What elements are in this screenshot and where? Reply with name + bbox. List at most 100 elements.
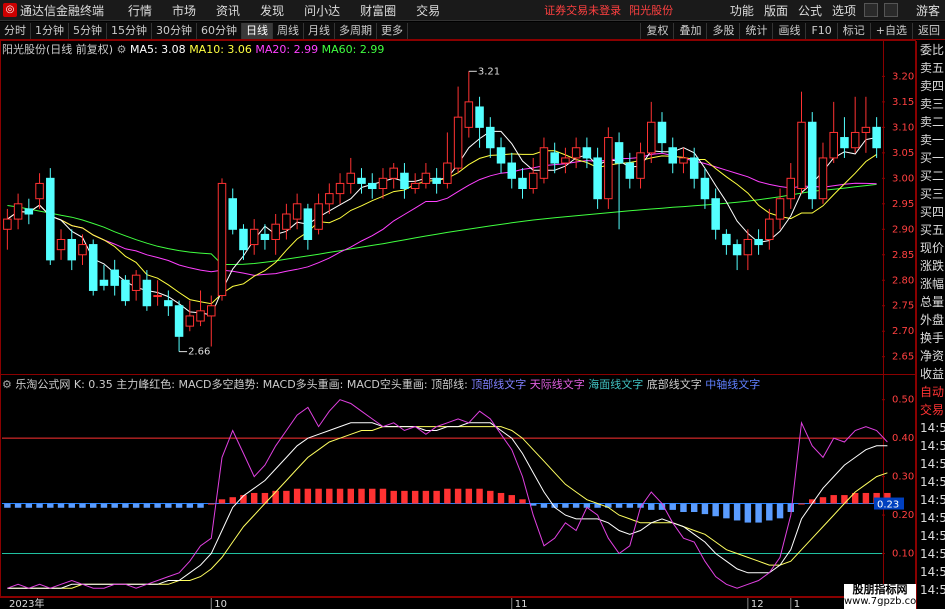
macd-bar: [208, 503, 215, 505]
macd-bar: [433, 490, 440, 504]
quote-price: 现价: [920, 241, 945, 255]
candle-body: [604, 137, 613, 200]
candle-body: [775, 198, 785, 220]
candle-body: [410, 182, 420, 190]
candle-body: [807, 121, 817, 200]
macd-bar: [165, 503, 172, 508]
candle-body: [689, 157, 699, 179]
auto-trade-label[interactable]: 自动: [917, 383, 945, 401]
dec-label: 12: [751, 599, 764, 609]
watermark-url: www.7gpzb.com: [844, 596, 926, 607]
macd-bar: [454, 488, 462, 504]
macd-bar: [508, 495, 515, 504]
candle-body: [571, 147, 581, 159]
tick-time: 14:56: [920, 421, 945, 435]
high-marker-label: 3.21: [478, 66, 500, 77]
candle-body: [754, 238, 763, 246]
watermark-title: 股朋指标网: [852, 583, 908, 596]
macd-bar: [143, 503, 151, 508]
indicator-tick-label: 0.20: [892, 510, 914, 521]
macd-bar: [79, 503, 86, 508]
macd-bar: [712, 503, 719, 517]
candle-body: [872, 126, 881, 149]
quote-sell2: 卖二: [920, 115, 945, 129]
macd-bar: [519, 499, 526, 504]
candle-body: [657, 121, 667, 144]
macd-bar: [648, 503, 655, 510]
quote-netasset: 净资: [920, 349, 945, 363]
watermark: 股朋指标网 www.7gpzb.com: [844, 583, 926, 609]
candle-body: [153, 295, 162, 298]
price-tick-label: 3.05: [892, 148, 914, 159]
macd-bar: [422, 490, 430, 504]
macd-bar: [25, 503, 33, 508]
macd-bar: [326, 488, 333, 504]
tick-time: 14:56: [920, 547, 945, 561]
candle-body: [786, 177, 796, 200]
candle-body: [453, 116, 463, 169]
macd-bar: [465, 488, 473, 504]
candle-body: [582, 147, 592, 159]
candle-body: [282, 213, 291, 230]
candle-body: [700, 177, 710, 200]
candle-body: [325, 193, 334, 205]
macd-bar: [744, 503, 752, 523]
macd-bar: [283, 490, 290, 504]
macd-bar: [626, 503, 634, 508]
candle-body: [625, 162, 635, 179]
candle-body: [228, 198, 237, 230]
macd-bar: [841, 495, 848, 504]
macd-bar: [497, 492, 505, 504]
candle-body: [829, 131, 838, 159]
macd-bar: [14, 503, 22, 508]
candle-body: [196, 310, 205, 322]
btn-back[interactable]: 返回: [912, 22, 945, 39]
candle-body: [593, 157, 602, 200]
quote-buy1: 买一: [920, 151, 945, 165]
quote-change-pct: 涨幅: [920, 277, 945, 291]
candle-body: [164, 300, 173, 307]
macd-bar: [36, 503, 43, 508]
price-tick-label: 3.15: [892, 97, 914, 108]
quote-buy4: 买四: [920, 205, 945, 219]
macd-bar: [572, 503, 580, 508]
macd-bar: [250, 492, 258, 504]
candle-body: [185, 315, 195, 327]
macd-bar: [369, 488, 376, 504]
candle-body: [765, 218, 774, 240]
macd-bar: [476, 488, 483, 504]
macd-bar: [336, 488, 344, 504]
price-tick-label: 2.70: [892, 326, 914, 337]
candle-body: [271, 223, 280, 240]
quote-sell3: 卖三: [920, 97, 945, 111]
indicator-tick-label: 0.10: [892, 549, 914, 560]
kline-chart[interactable]: 2.65 2.70 2.75 2.80 2.85 2.90 2.95 3.00 3.05 3.10…: [0, 0, 916, 609]
ma20-line: [7, 152, 877, 276]
macd-bar: [401, 490, 408, 504]
macd-bar: [776, 503, 784, 519]
candle-body: [475, 106, 484, 128]
candle-body: [668, 147, 677, 164]
candle-body: [346, 172, 356, 184]
macd-bar: [690, 503, 698, 512]
macd-bar: [411, 490, 419, 504]
guest-label[interactable]: 游客: [911, 2, 945, 19]
macd-bar: [562, 503, 569, 508]
candle-body: [174, 305, 184, 337]
candle-body: [389, 167, 398, 179]
indicator-frame: [0, 374, 916, 597]
macd-bar: [733, 503, 741, 521]
candle-body: [314, 203, 323, 230]
candle-body: [367, 182, 377, 190]
macd-bar: [347, 488, 354, 504]
macd-bar: [680, 503, 687, 512]
candle-body: [357, 177, 366, 184]
price-tick-label: 2.80: [892, 275, 914, 286]
indicator-tick-label: 0.30: [892, 472, 914, 483]
candle-body: [303, 208, 313, 240]
trade-label[interactable]: 交易: [917, 401, 945, 419]
tick-time: 14:56: [920, 475, 945, 489]
quote-panel: 委比 卖五 卖四 卖三 卖二 卖一 买一 买二 买三 买四 买五 现价 涨跌 涨…: [916, 41, 945, 609]
macd-bar: [487, 490, 494, 504]
candle-body: [486, 126, 495, 149]
